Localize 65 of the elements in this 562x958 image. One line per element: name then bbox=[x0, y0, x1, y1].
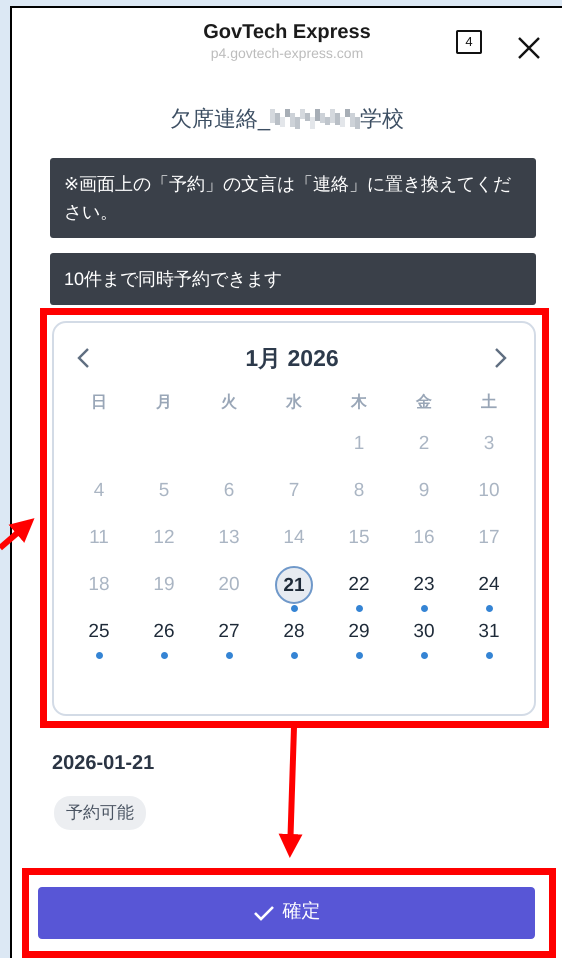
heading: 欠席連絡_ bbox=[170, 104, 270, 132]
calendar-day[interactable]: 13 bbox=[210, 519, 248, 557]
calendar-day[interactable]: 27 bbox=[210, 613, 248, 651]
check-icon bbox=[252, 904, 274, 922]
availability-dot bbox=[160, 652, 168, 659]
calendar-day[interactable]: 28 bbox=[275, 613, 313, 651]
annotation-arrow bbox=[0, 518, 35, 550]
weekday-label: 火 bbox=[221, 394, 237, 411]
selected-date: 2026-01-21 bbox=[52, 751, 156, 776]
weekday-label: 金 bbox=[416, 394, 432, 411]
calendar-day[interactable]: 16 bbox=[405, 519, 443, 557]
availability-dot bbox=[420, 605, 428, 612]
availability-dot bbox=[356, 652, 362, 659]
calendar-day[interactable]: 31 bbox=[470, 613, 508, 651]
calendar-day[interactable]: 4 bbox=[80, 472, 118, 510]
calendar-day[interactable]: 8 bbox=[340, 472, 378, 510]
calendar-day[interactable]: 30 bbox=[405, 613, 443, 651]
calendar-day[interactable]: 6 bbox=[210, 472, 248, 510]
calendar-day[interactable]: 18 bbox=[80, 566, 118, 604]
calendar-day[interactable]: 20 bbox=[210, 566, 248, 604]
calendar-day[interactable]: 7 bbox=[275, 472, 313, 510]
tab-count-button[interactable]: 4 bbox=[456, 30, 482, 54]
status-badge: 予約可能 bbox=[54, 796, 146, 830]
month-label: 1月 2026 bbox=[245, 344, 339, 373]
weekday-label: 水 bbox=[286, 394, 302, 411]
calendar-day[interactable]: 19 bbox=[145, 566, 183, 604]
calendar-day[interactable]: 11 bbox=[80, 519, 118, 557]
notice-message: 10件まで同時予約できます bbox=[50, 253, 536, 305]
availability-dot bbox=[290, 605, 298, 612]
notice-message: ※画面上の「予約」の文言は「連絡」に置き換えてください。 bbox=[50, 158, 536, 238]
calendar-day[interactable]: 2 bbox=[405, 425, 443, 463]
weekday-label: 月 bbox=[156, 394, 172, 411]
weekday-label: 木 bbox=[351, 394, 367, 411]
calendar-day[interactable]: 1 bbox=[340, 425, 378, 463]
availability-dot bbox=[486, 605, 492, 612]
weekday-label: 土 bbox=[481, 394, 497, 411]
weekday-label: 日 bbox=[91, 394, 107, 411]
calendar-day[interactable]: 26 bbox=[145, 613, 183, 651]
calendar-day[interactable]: 22 bbox=[340, 566, 378, 604]
calendar-day[interactable]: 14 bbox=[275, 519, 313, 557]
calendar-day[interactable]: 10 bbox=[470, 472, 508, 510]
availability-dot bbox=[420, 652, 428, 659]
heading: 学校 bbox=[360, 104, 404, 132]
availability-dot bbox=[356, 605, 362, 612]
calendar-day[interactable]: 29 bbox=[340, 613, 378, 651]
calendar-day[interactable]: 21 bbox=[275, 566, 313, 604]
calendar-day[interactable]: 12 bbox=[145, 519, 183, 557]
url-text: p4.govtech-express.com bbox=[210, 45, 364, 61]
calendar-day[interactable]: 24 bbox=[470, 566, 508, 604]
calendar-day[interactable]: 23 bbox=[405, 566, 443, 604]
calendar-day[interactable]: 25 bbox=[80, 613, 118, 651]
calendar-day[interactable]: 17 bbox=[470, 519, 508, 557]
availability-dot bbox=[486, 652, 492, 659]
availability-dot bbox=[96, 652, 102, 659]
next-month-icon[interactable] bbox=[494, 347, 508, 369]
calendar-day[interactable]: 9 bbox=[405, 472, 443, 510]
close-icon[interactable] bbox=[517, 36, 541, 60]
calendar-day[interactable]: 5 bbox=[145, 472, 183, 510]
page-title: GovTech Express bbox=[203, 21, 371, 43]
calendar-day[interactable]: 15 bbox=[340, 519, 378, 557]
calendar-day[interactable]: 3 bbox=[470, 425, 508, 463]
availability-dot bbox=[226, 652, 232, 659]
confirm-button[interactable]: 確定 bbox=[38, 886, 535, 938]
previous-month-icon[interactable] bbox=[76, 347, 90, 369]
availability-dot bbox=[290, 652, 298, 659]
